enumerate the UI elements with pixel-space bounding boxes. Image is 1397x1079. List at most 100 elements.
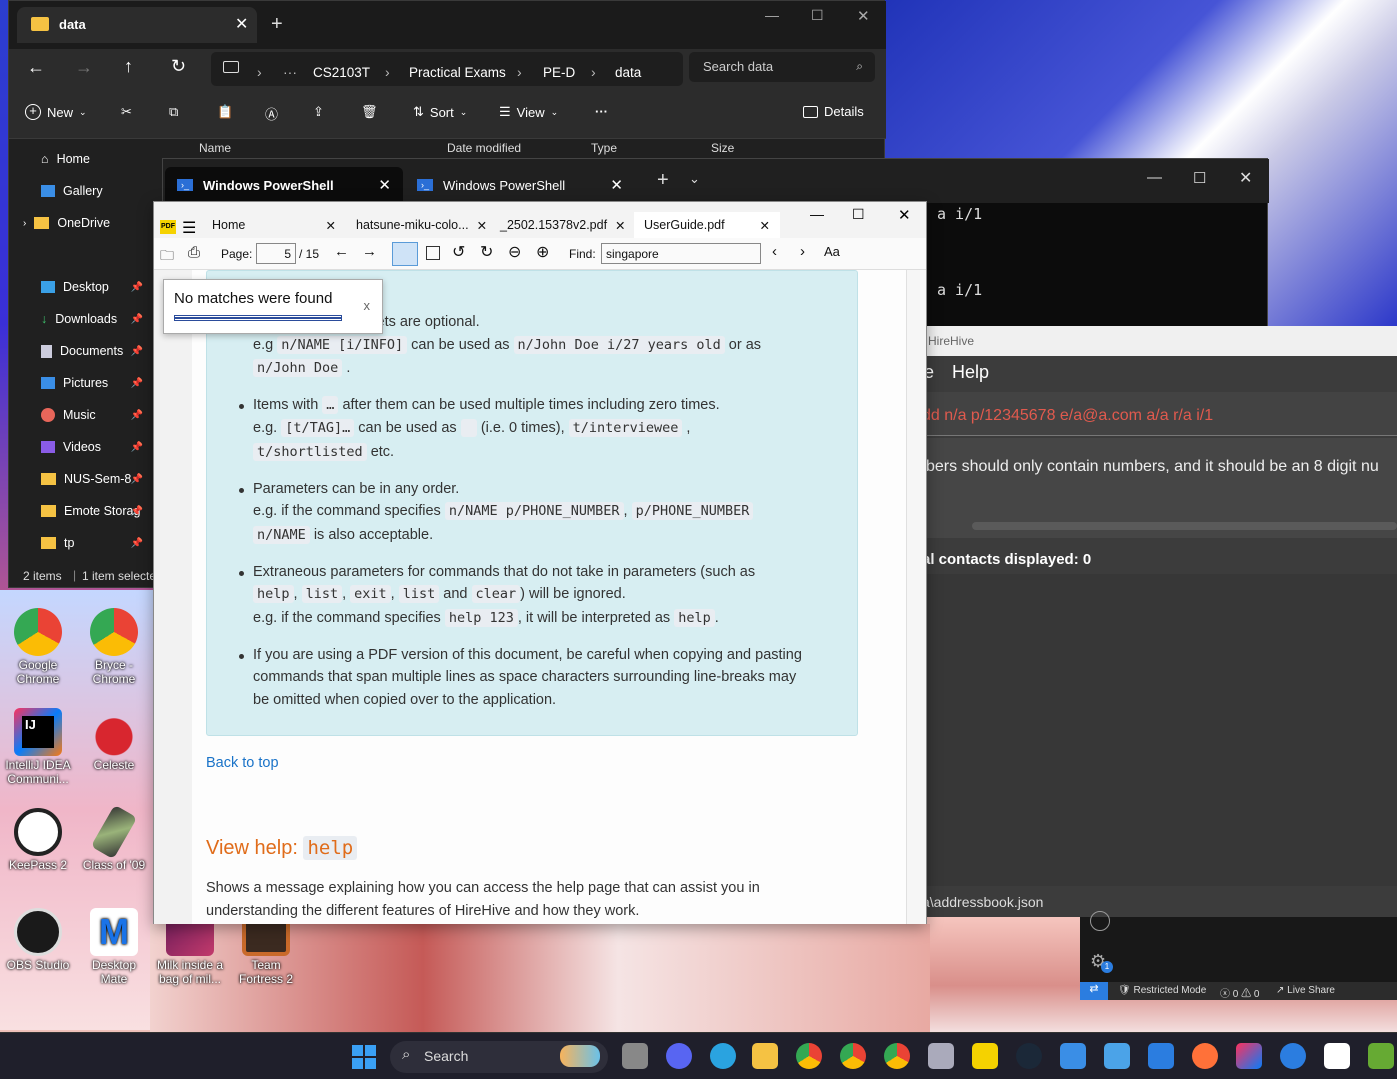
match-case-icon[interactable]: Aa <box>824 244 840 259</box>
app-icon[interactable] <box>1368 1043 1394 1069</box>
breadcrumb-practical-exams[interactable]: Practical Exams <box>409 65 506 80</box>
page-number-input[interactable]: 5 <box>256 243 296 264</box>
desktop-mate-icon[interactable] <box>1324 1043 1350 1069</box>
steam-icon[interactable] <box>1016 1043 1042 1069</box>
maps-icon[interactable] <box>1280 1043 1306 1069</box>
sidebar-item-onedrive[interactable]: › OneDrive <box>23 211 110 235</box>
desktop-icon-keepass[interactable]: KeePass 2 <box>3 808 73 872</box>
sidebar-item-music[interactable]: Music 📌 <box>41 403 151 427</box>
print-icon[interactable]: ⎙ <box>188 244 200 261</box>
maximize-icon[interactable]: ☐ <box>852 206 865 223</box>
close-window-icon[interactable]: ✕ <box>1239 168 1252 188</box>
sort-button[interactable]: ⇅ Sort ⌄ <box>413 104 467 120</box>
pdf-tab-paper[interactable]: _2502.15378v2.pdf ✕ <box>490 212 634 238</box>
sidebar-item-home[interactable]: ⌂ Home <box>41 147 90 171</box>
menu-icon[interactable]: ☰ <box>182 218 196 238</box>
pin-icon[interactable]: 📌 <box>131 410 143 421</box>
zoom-out-icon[interactable]: ⊖ <box>508 242 521 262</box>
up-icon[interactable]: ↑ <box>124 56 133 77</box>
view-button[interactable]: ☰ View ⌄ <box>499 104 558 120</box>
file-explorer-icon[interactable] <box>752 1043 778 1069</box>
new-button[interactable]: + New ⌄ <box>25 104 87 120</box>
desktop-icon-bryce-chrome[interactable]: Bryce - Chrome <box>79 608 149 686</box>
find-input[interactable]: singapore <box>601 243 761 264</box>
rotate-left-icon[interactable]: ↺ <box>452 242 465 262</box>
remote-icon[interactable]: ⇄ <box>1080 982 1108 1000</box>
chevron-down-icon[interactable]: ⌄ <box>689 171 700 187</box>
sidebar-item-gallery[interactable]: Gallery <box>41 179 103 203</box>
sidebar-item-pictures[interactable]: Pictures 📌 <box>41 371 151 395</box>
close-icon[interactable]: ✕ <box>615 218 625 233</box>
pin-icon[interactable]: 📌 <box>131 378 143 389</box>
desktop-icon-intellij[interactable]: IJ IntelliJ IDEA Communi... <box>3 708 73 786</box>
back-to-top-link[interactable]: Back to top <box>206 752 279 774</box>
sidebar-item-videos[interactable]: Videos 📌 <box>41 435 151 459</box>
sidebar-item-nus-sem-8[interactable]: NUS-Sem-8 📌 <box>41 467 151 491</box>
live-share[interactable]: ↗ Live Share <box>1276 985 1335 996</box>
photos-icon[interactable] <box>1060 1043 1086 1069</box>
zoom-in-icon[interactable]: ⊕ <box>536 242 549 262</box>
rotate-right-icon[interactable]: ↻ <box>480 242 493 262</box>
account-icon[interactable] <box>1090 911 1110 931</box>
menu-help[interactable]: Help <box>952 362 989 383</box>
more-options-icon[interactable]: ··· <box>595 104 608 119</box>
paste-icon[interactable]: 📋 <box>217 104 233 120</box>
back-icon[interactable]: ← <box>27 57 45 78</box>
breadcrumb-cs2103t[interactable]: CS2103T <box>313 65 370 80</box>
pin-icon[interactable]: 📌 <box>131 474 143 485</box>
pdf-tab-userguide[interactable]: UserGuide.pdf ✕ <box>634 212 780 238</box>
single-page-icon[interactable] <box>426 246 440 260</box>
close-icon[interactable]: ✕ <box>235 14 248 34</box>
breadcrumb-pe-d[interactable]: PE-D <box>543 65 575 80</box>
pin-icon[interactable]: 📌 <box>131 314 143 325</box>
close-icon[interactable]: ✕ <box>610 176 623 194</box>
desktop-icon-google-chrome[interactable]: Google Chrome <box>3 608 73 686</box>
notification-close-button[interactable]: x <box>364 298 371 313</box>
column-header-date[interactable]: Date modified <box>447 141 521 155</box>
column-header-name[interactable]: Name <box>199 141 231 155</box>
share-icon[interactable]: ⇪ <box>313 104 324 120</box>
chrome-icon[interactable] <box>796 1043 822 1069</box>
refresh-icon[interactable]: ↻ <box>171 56 186 77</box>
new-tab-icon[interactable]: + <box>271 13 283 36</box>
task-view-icon[interactable] <box>622 1043 648 1069</box>
desktop-icon-celeste[interactable]: Celeste <box>79 708 149 772</box>
close-window-icon[interactable]: ✕ <box>857 7 870 25</box>
sidebar-item-tp[interactable]: tp 📌 <box>41 531 151 555</box>
start-windows-icon[interactable] <box>352 1045 376 1069</box>
sidebar-item-documents[interactable]: Documents 📌 <box>41 339 151 363</box>
column-header-size[interactable]: Size <box>711 141 734 155</box>
terminal-tab-active[interactable]: ›_ Windows PowerShell ✕ <box>165 167 403 203</box>
restricted-mode[interactable]: 🛡 Restricted Mode <box>1118 985 1206 996</box>
close-icon[interactable]: ✕ <box>477 218 487 233</box>
vscode-icon[interactable] <box>1148 1043 1174 1069</box>
pdf-tab-home[interactable]: Home ✕ <box>202 212 346 238</box>
notepad-icon[interactable] <box>1104 1043 1130 1069</box>
open-folder-icon[interactable]: 🗀 <box>160 245 174 269</box>
delete-icon[interactable]: 🗑 <box>361 104 378 120</box>
cut-icon[interactable]: ✂ <box>121 104 132 120</box>
column-header-type[interactable]: Type <box>591 141 617 155</box>
copy-icon[interactable]: ⧉ <box>169 104 178 120</box>
taskbar-search[interactable]: ⌕ Search <box>390 1041 608 1073</box>
minimize-icon[interactable]: — <box>1147 169 1162 186</box>
pin-icon[interactable]: 📌 <box>131 282 143 293</box>
pin-icon[interactable]: 📌 <box>131 538 143 549</box>
details-button[interactable]: Details <box>803 104 864 119</box>
forward-icon[interactable]: → <box>75 57 93 78</box>
horizontal-scrollbar[interactable] <box>972 522 1397 530</box>
close-icon[interactable]: ✕ <box>378 176 391 194</box>
find-prev-icon[interactable]: ‹ <box>772 243 777 260</box>
minimize-icon[interactable]: — <box>810 206 824 222</box>
intellij-icon[interactable] <box>1236 1043 1262 1069</box>
explorer-tab[interactable]: data ✕ <box>17 7 257 43</box>
sumatra-pdf-icon[interactable] <box>972 1043 998 1069</box>
chrome-icon[interactable] <box>884 1043 910 1069</box>
app-icon[interactable] <box>928 1043 954 1069</box>
search-input[interactable]: Search data ⌕ <box>689 52 875 82</box>
pdf-tab-miku[interactable]: hatsune-miku-colo... ✕ <box>346 212 487 238</box>
maximize-icon[interactable]: ☐ <box>1193 169 1206 187</box>
sidebar-item-desktop[interactable]: Desktop 📌 <box>41 275 151 299</box>
terminal-tab[interactable]: ›_ Windows PowerShell ✕ <box>405 167 635 203</box>
problems-indicator[interactable]: ⓧ 0 ⚠ 0 <box>1220 985 1259 1000</box>
